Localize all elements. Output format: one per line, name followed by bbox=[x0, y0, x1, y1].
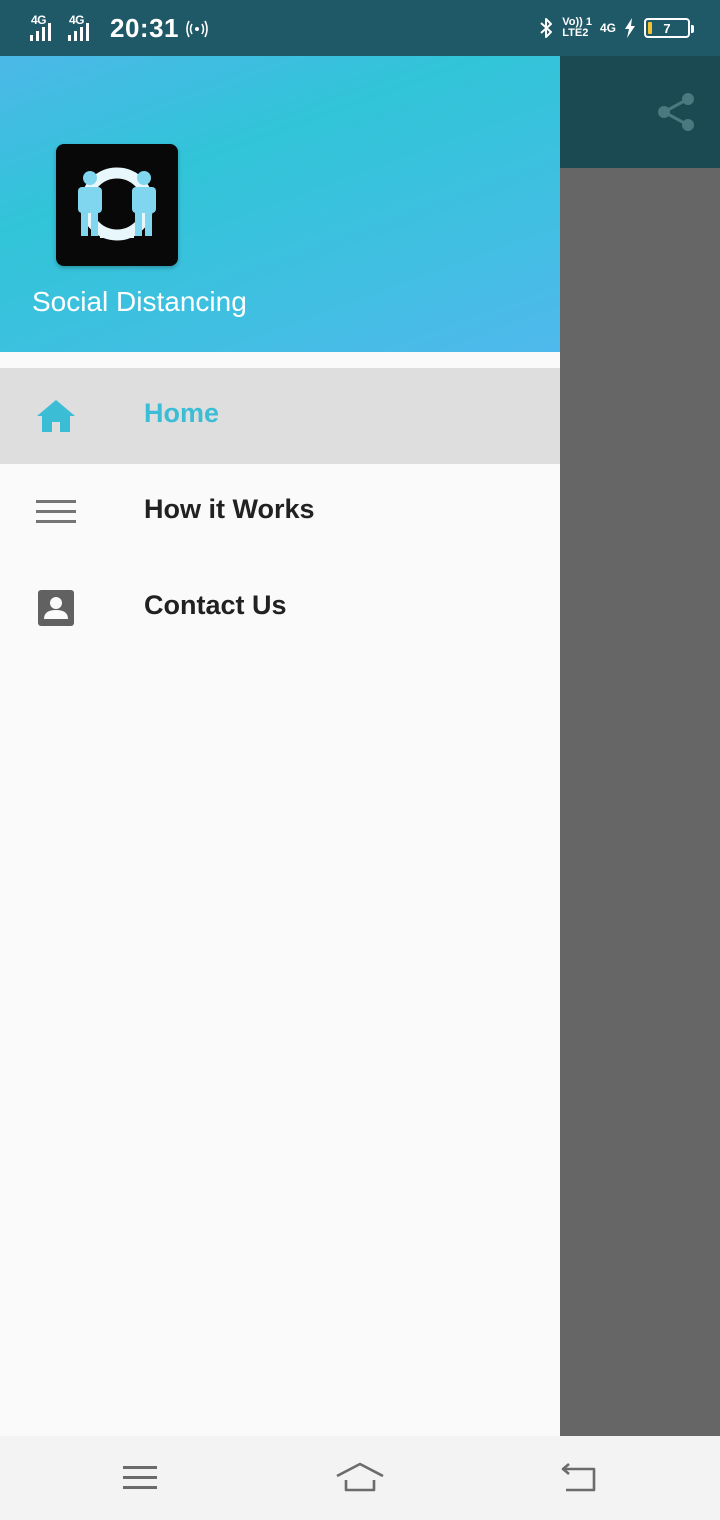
battery-icon: 7 bbox=[644, 18, 694, 38]
back-icon[interactable] bbox=[556, 1458, 600, 1498]
status-right: Vo)) 1 LTE2 4G 7 bbox=[538, 10, 694, 46]
wifi-calling-icon bbox=[186, 20, 208, 38]
sim1-signal-icon: 4G bbox=[30, 13, 62, 43]
drawer-item-how-it-works[interactable]: How it Works bbox=[0, 464, 560, 560]
data-network-label: 4G bbox=[599, 21, 616, 35]
drawer-item-label: How it Works bbox=[144, 494, 315, 524]
drawer-menu: Home How it Works Contact Us bbox=[0, 368, 560, 656]
drawer-header: Social Distancing bbox=[0, 56, 560, 352]
battery-level: 7 bbox=[663, 20, 671, 36]
menu-icon[interactable] bbox=[118, 1458, 162, 1498]
drawer-item-label: Home bbox=[144, 398, 220, 428]
social-distancing-logo bbox=[56, 144, 178, 266]
people-ring-icon bbox=[78, 167, 156, 241]
app-name: Social Distancing bbox=[32, 286, 247, 317]
home-icon bbox=[37, 400, 75, 432]
home-icon[interactable] bbox=[334, 1458, 386, 1498]
sim2-signal-icon: 4G bbox=[68, 13, 100, 43]
drawer-item-contact-us[interactable]: Contact Us bbox=[0, 560, 560, 656]
share-icon[interactable] bbox=[654, 90, 698, 134]
drawer-item-home[interactable]: Home bbox=[0, 368, 560, 464]
contact-card-icon bbox=[38, 590, 74, 626]
menu-lines-icon bbox=[36, 500, 76, 523]
bluetooth-icon bbox=[540, 18, 553, 38]
navigation-drawer: Social Distancing Home How it Works Cont… bbox=[0, 56, 560, 1436]
system-navigation-bar bbox=[0, 1436, 720, 1520]
volte-indicator: Vo)) 1 LTE2 bbox=[562, 17, 592, 39]
drawer-item-label: Contact Us bbox=[144, 590, 287, 620]
status-left: 4G 4G 20:31 bbox=[30, 10, 209, 46]
bolt-icon bbox=[625, 18, 635, 38]
status-time: 20:31 bbox=[110, 12, 179, 43]
volte-bottom-label: LTE2 bbox=[562, 27, 589, 39]
status-bar: 4G 4G 20:31 Vo)) 1 LTE2 4G 7 bbox=[0, 0, 720, 56]
